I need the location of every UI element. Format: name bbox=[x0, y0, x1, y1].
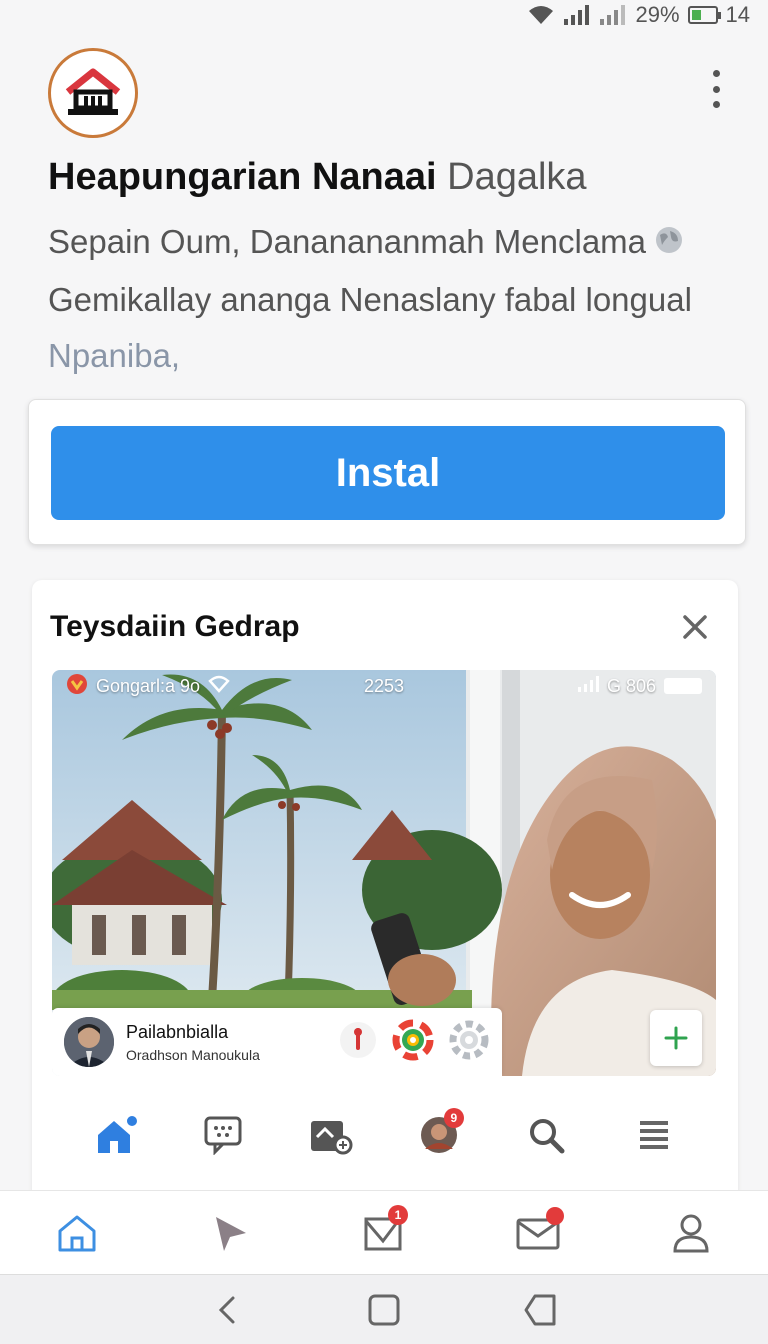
app-title-main: Heapungarian Nanaai bbox=[48, 156, 437, 198]
home-system-button[interactable] bbox=[359, 1285, 409, 1335]
home-outline-icon bbox=[58, 1215, 96, 1251]
notification-badge: 9 bbox=[443, 1108, 464, 1128]
media-status-bar: Gongarl:a 9o 2253 G 806 bbox=[52, 670, 716, 702]
app-description: Sepain Oum, Dananananmah Menclama Gemika… bbox=[48, 214, 728, 384]
media-status-right: G 806 bbox=[606, 675, 656, 696]
media-signal-icon bbox=[577, 675, 599, 697]
install-card: Instal bbox=[28, 399, 746, 545]
inner-nav-marketplace[interactable] bbox=[306, 1110, 356, 1160]
signal-icon-secondary bbox=[599, 4, 627, 26]
app-badge-icon bbox=[66, 673, 88, 700]
menu-icon bbox=[640, 1121, 669, 1149]
media-status-left: Gongarl:a 9o bbox=[96, 675, 201, 696]
clock: 14 bbox=[725, 2, 750, 27]
feature-card: Teysdaiin Gedrap Gongarl:a 9o 2253 G 806… bbox=[32, 580, 738, 1200]
app-title-suffix: Dagalka bbox=[447, 156, 587, 198]
post-author-name: Pailabnbialla bbox=[126, 1021, 229, 1042]
square-icon bbox=[368, 1294, 400, 1325]
install-button[interactable]: Instal bbox=[51, 426, 725, 520]
description-line-1: Sepain Oum, Dananananmah Menclama bbox=[48, 214, 728, 272]
inner-nav-chat[interactable] bbox=[198, 1110, 248, 1160]
colorful-gear-icon[interactable] bbox=[390, 1017, 436, 1068]
description-line-1-text: Sepain Oum, Dananananmah Menclama bbox=[48, 223, 647, 260]
post-strip[interactable]: Pailabnbialla Oradhson Manoukula bbox=[52, 1008, 502, 1076]
media-status-center: 2253 bbox=[364, 676, 405, 696]
media-wifi-icon bbox=[208, 675, 230, 698]
bottom-nav-mail[interactable] bbox=[508, 1203, 568, 1263]
search-icon bbox=[530, 1119, 565, 1154]
inner-nav: 9 bbox=[32, 1100, 738, 1170]
app-logo bbox=[48, 48, 138, 138]
home-icon bbox=[97, 1116, 137, 1153]
bottom-nav-video[interactable] bbox=[200, 1203, 260, 1263]
inner-nav-profile[interactable]: 9 bbox=[414, 1108, 464, 1160]
battery-icon bbox=[687, 6, 721, 24]
mail-dot-badge bbox=[545, 1206, 564, 1225]
chat-icon bbox=[204, 1116, 242, 1155]
bottom-nav-home[interactable] bbox=[47, 1203, 107, 1263]
more-options-icon[interactable] bbox=[710, 70, 722, 108]
recents-icon bbox=[524, 1294, 556, 1325]
app-title: Heapungarian Nanaai Dagalka bbox=[48, 156, 587, 199]
media-battery-icon bbox=[664, 678, 702, 694]
bottom-nav: 1 bbox=[0, 1190, 768, 1274]
signal-icon bbox=[563, 4, 591, 26]
bottom-nav-profile[interactable] bbox=[661, 1203, 721, 1263]
post-text: Pailabnbialla Oradhson Manoukula bbox=[126, 1022, 326, 1063]
battery-percent: 29% bbox=[635, 2, 680, 27]
close-icon[interactable] bbox=[682, 614, 708, 640]
post-author-subtitle: Oradhson Manoukula bbox=[126, 1046, 260, 1063]
post-icons bbox=[338, 1017, 490, 1068]
house-icon bbox=[65, 68, 121, 115]
feature-title: Teysdaiin Gedrap bbox=[50, 610, 300, 643]
recents-button[interactable] bbox=[515, 1285, 565, 1335]
play-icon bbox=[216, 1216, 247, 1251]
pin-icon[interactable] bbox=[338, 1020, 378, 1065]
bottom-nav-compose[interactable]: 1 bbox=[354, 1203, 414, 1263]
inner-nav-search[interactable] bbox=[521, 1110, 571, 1160]
user-icon bbox=[673, 1214, 709, 1252]
inner-nav-home[interactable] bbox=[91, 1110, 141, 1160]
back-button[interactable] bbox=[203, 1285, 253, 1335]
media-preview[interactable]: Gongarl:a 9o 2253 G 806 Pailabnbialla Or… bbox=[52, 670, 716, 1076]
description-line-3: Npaniba, bbox=[48, 337, 181, 375]
wifi-icon bbox=[527, 4, 555, 26]
marketplace-icon bbox=[311, 1121, 353, 1155]
gear-icon[interactable] bbox=[448, 1019, 490, 1066]
inner-nav-menu[interactable] bbox=[629, 1110, 679, 1160]
plus-icon bbox=[664, 1026, 688, 1050]
avatar bbox=[64, 1017, 114, 1067]
system-nav bbox=[0, 1274, 768, 1344]
add-button[interactable] bbox=[650, 1010, 702, 1066]
back-icon bbox=[218, 1296, 235, 1323]
compose-badge: 1 bbox=[387, 1204, 408, 1225]
description-line-2: Gemikallay ananga Nenaslany fabal longua… bbox=[48, 281, 692, 319]
status-bar: 29% 14 bbox=[0, 0, 768, 30]
globe-icon bbox=[654, 216, 684, 272]
